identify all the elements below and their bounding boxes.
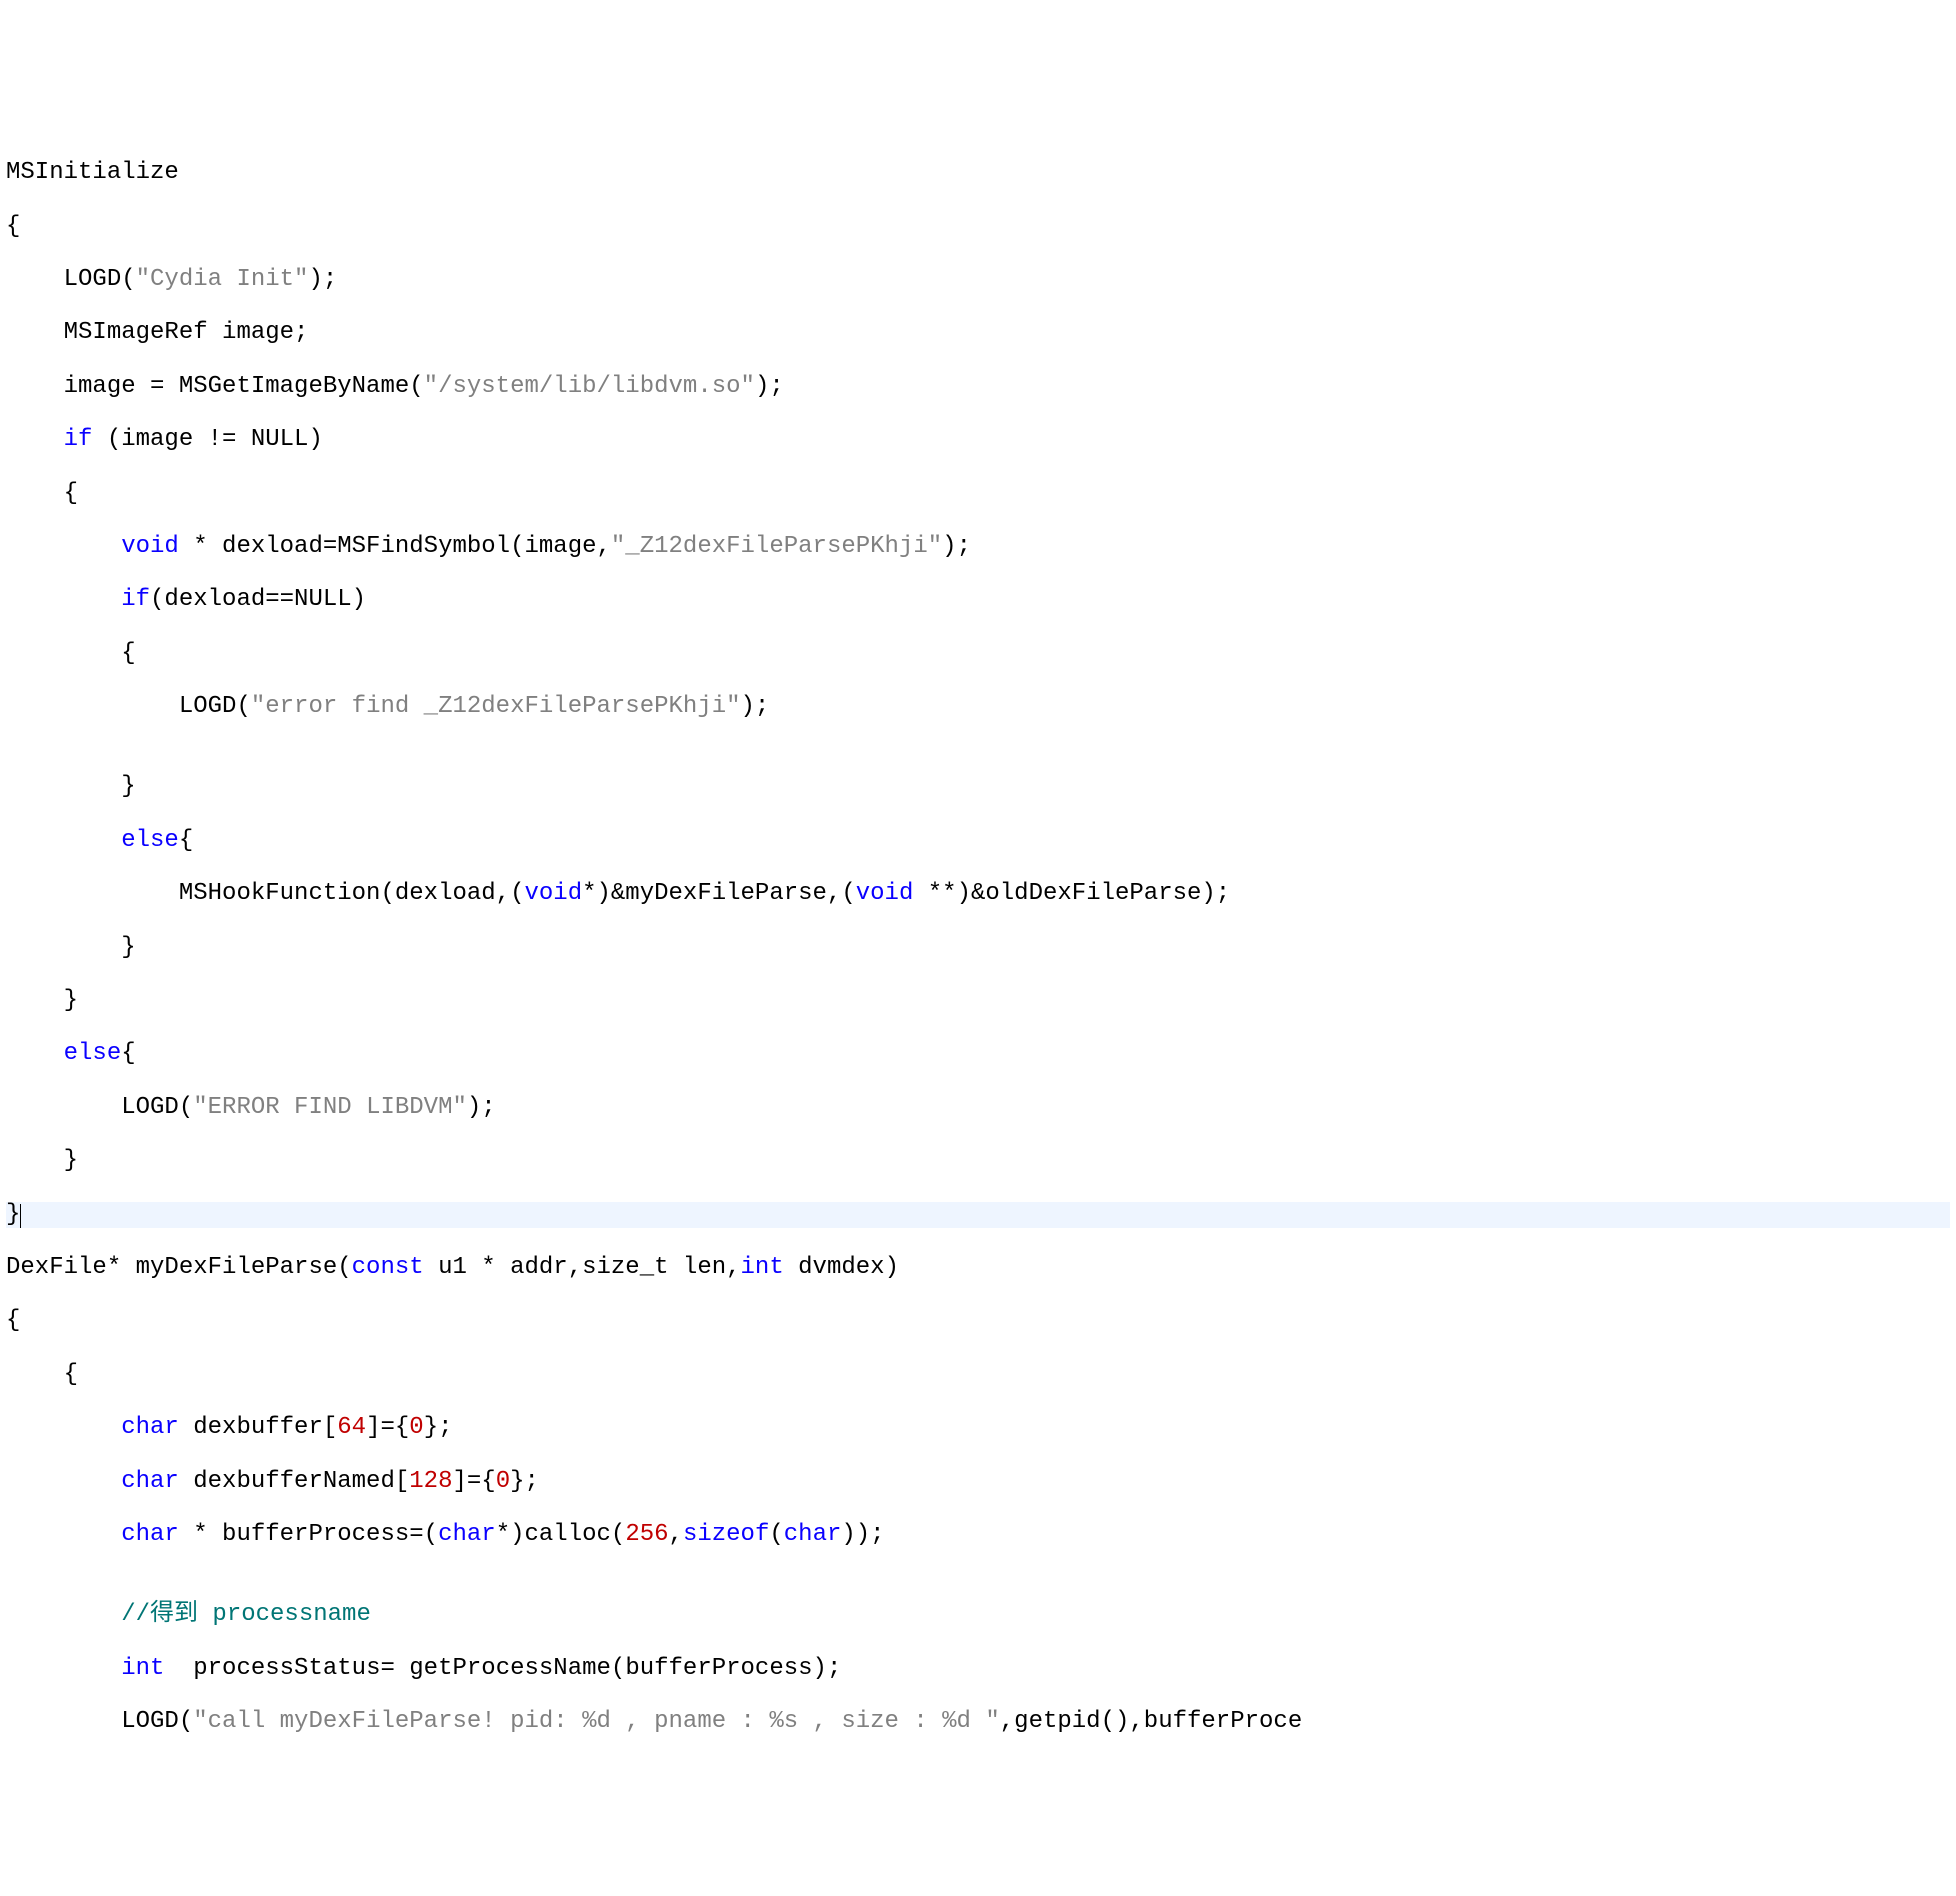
number-literal: 64 xyxy=(337,1414,366,1441)
number-literal: 256 xyxy=(625,1521,668,1548)
brace-close: } xyxy=(6,1201,20,1228)
brace-close: } xyxy=(6,1147,78,1174)
keyword-const: const xyxy=(352,1254,424,1281)
brace-open: { xyxy=(6,640,136,667)
code-line: //得到 processname xyxy=(6,1602,1950,1629)
keyword-int: int xyxy=(741,1254,784,1281)
code-line: LOGD("ERROR FIND LIBDVM"); xyxy=(6,1095,1950,1122)
code-line: LOGD("error find _Z12dexFileParsePKhji")… xyxy=(6,694,1950,721)
string-literal: "/system/lib/libdvm.so" xyxy=(424,373,755,400)
string-literal: "_Z12dexFileParsePKhji" xyxy=(611,533,942,560)
keyword-char: char xyxy=(121,1468,179,1495)
code-line-active: } xyxy=(6,1202,1950,1229)
code-line: else{ xyxy=(6,828,1950,855)
keyword-else: else xyxy=(121,827,179,854)
code-line: char dexbuffer[64]={0}; xyxy=(6,1415,1950,1442)
number-literal: 0 xyxy=(496,1468,510,1495)
code-line: char dexbufferNamed[128]={0}; xyxy=(6,1469,1950,1496)
keyword-char: char xyxy=(438,1521,496,1548)
code-line: MSHookFunction(dexload,(void*)&myDexFile… xyxy=(6,881,1950,908)
code-line: int processStatus= getProcessName(buffer… xyxy=(6,1656,1950,1683)
code-line: void * dexload=MSFindSymbol(image,"_Z12d… xyxy=(6,534,1950,561)
string-literal: "call myDexFileParse! pid: %d , pname : … xyxy=(193,1708,1000,1735)
code-line: { xyxy=(6,1308,1950,1335)
code-line: else{ xyxy=(6,1041,1950,1068)
code-line: if(dexload==NULL) xyxy=(6,587,1950,614)
identifier: MSInitialize xyxy=(6,159,179,186)
code-line: { xyxy=(6,214,1950,241)
keyword-void: void xyxy=(856,880,914,907)
brace-open: { xyxy=(6,213,20,240)
keyword-if: if xyxy=(64,426,93,453)
keyword-int: int xyxy=(121,1655,164,1682)
code-line: } xyxy=(6,774,1950,801)
keyword-if: if xyxy=(121,586,150,613)
keyword-char: char xyxy=(121,1521,179,1548)
brace-open: { xyxy=(6,1307,20,1334)
code-line: if (image != NULL) xyxy=(6,427,1950,454)
keyword-else: else xyxy=(64,1040,122,1067)
string-literal: "error find _Z12dexFileParsePKhji" xyxy=(251,693,741,720)
number-literal: 0 xyxy=(409,1414,423,1441)
comment: //得到 processname xyxy=(121,1601,371,1628)
number-literal: 128 xyxy=(409,1468,452,1495)
code-line: { xyxy=(6,1362,1950,1389)
brace-open: { xyxy=(6,1361,78,1388)
keyword-char: char xyxy=(121,1414,179,1441)
code-line: DexFile* myDexFileParse(const u1 * addr,… xyxy=(6,1255,1950,1282)
code-line: } xyxy=(6,988,1950,1015)
keyword-sizeof: sizeof xyxy=(683,1521,769,1548)
brace-close: } xyxy=(6,987,78,1014)
keyword-char: char xyxy=(784,1521,842,1548)
code-editor[interactable]: MSInitialize { LOGD("Cydia Init"); MSIma… xyxy=(0,134,1956,1763)
code-line: LOGD("call myDexFileParse! pid: %d , pna… xyxy=(6,1709,1950,1736)
keyword-void: void xyxy=(121,533,179,560)
code-line: } xyxy=(6,1148,1950,1175)
string-literal: "ERROR FIND LIBDVM" xyxy=(193,1094,467,1121)
brace-open: { xyxy=(6,480,78,507)
string-literal: "Cydia Init" xyxy=(136,266,309,293)
code-line: image = MSGetImageByName("/system/lib/li… xyxy=(6,374,1950,401)
code-line: MSImageRef image; xyxy=(6,320,1950,347)
text-caret xyxy=(20,1201,21,1228)
brace-close: } xyxy=(6,773,136,800)
code-line: } xyxy=(6,935,1950,962)
brace-close: } xyxy=(6,934,136,961)
keyword-void: void xyxy=(524,880,582,907)
code-line: char * bufferProcess=(char*)calloc(256,s… xyxy=(6,1522,1950,1549)
code-line: { xyxy=(6,641,1950,668)
code-line: LOGD("Cydia Init"); xyxy=(6,267,1950,294)
code-line: MSInitialize xyxy=(6,160,1950,187)
code-line: { xyxy=(6,481,1950,508)
